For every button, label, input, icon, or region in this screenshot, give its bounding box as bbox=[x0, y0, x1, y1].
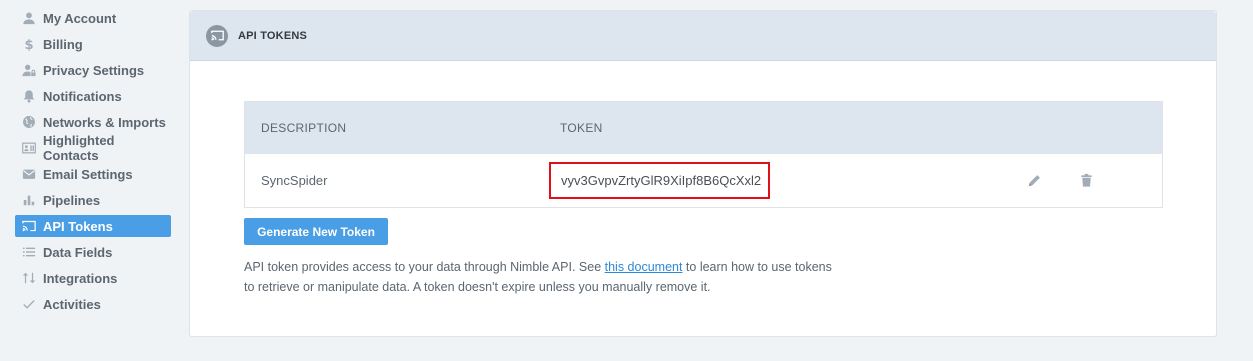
integrations-icon bbox=[21, 270, 37, 286]
sidebar-item-billing[interactable]: $ Billing bbox=[15, 33, 171, 55]
sidebar-item-label: Email Settings bbox=[43, 166, 133, 182]
delete-token-button[interactable] bbox=[1077, 172, 1095, 190]
documentation-link[interactable]: this document bbox=[605, 260, 683, 274]
sidebar-item-pipelines[interactable]: Pipelines bbox=[15, 189, 171, 211]
sidebar-item-activities[interactable]: Activities bbox=[15, 293, 171, 315]
table-header-row: DESCRIPTION TOKEN bbox=[245, 102, 1162, 154]
page-title: API TOKENS bbox=[238, 29, 308, 42]
sidebar-item-label: API Tokens bbox=[43, 218, 113, 234]
settings-sidebar: My Account $ Billing Privacy Settings No… bbox=[15, 7, 171, 319]
panel-header: API TOKENS bbox=[190, 11, 1216, 61]
contact-card-icon bbox=[21, 140, 37, 156]
row-actions bbox=[1025, 172, 1095, 190]
sidebar-item-data-fields[interactable]: Data Fields bbox=[15, 241, 171, 263]
list-icon bbox=[21, 244, 37, 260]
sidebar-item-api-tokens[interactable]: API Tokens bbox=[15, 215, 171, 237]
column-header-description: DESCRIPTION bbox=[261, 121, 347, 135]
sidebar-item-label: Integrations bbox=[43, 270, 118, 286]
tokens-table: DESCRIPTION TOKEN SyncSpider vyv3GvpvZrt… bbox=[244, 101, 1163, 208]
token-description: SyncSpider bbox=[261, 173, 328, 188]
sidebar-item-email-settings[interactable]: Email Settings bbox=[15, 163, 171, 185]
sidebar-item-label: Highlighted Contacts bbox=[43, 133, 115, 163]
token-value[interactable]: vyv3GvpvZrtyGlR9XiIpf8B6QcXxl2 bbox=[549, 162, 770, 199]
trash-icon bbox=[1080, 173, 1092, 187]
sidebar-item-label: Activities bbox=[43, 296, 101, 312]
generate-new-token-button[interactable]: Generate New Token bbox=[244, 218, 388, 245]
help-text-before: API token provides access to your data t… bbox=[244, 260, 605, 274]
sidebar-item-my-account[interactable]: My Account bbox=[15, 7, 171, 29]
table-row: SyncSpider vyv3GvpvZrtyGlR9XiIpf8B6QcXxl… bbox=[245, 154, 1162, 207]
sidebar-item-networks-imports[interactable]: Networks & Imports bbox=[15, 111, 171, 133]
cast-icon bbox=[21, 218, 37, 234]
sidebar-item-label: My Account bbox=[43, 10, 117, 26]
check-icon bbox=[21, 296, 37, 312]
sidebar-item-notifications[interactable]: Notifications bbox=[15, 85, 171, 107]
help-text: API token provides access to your data t… bbox=[244, 257, 844, 297]
pencil-icon bbox=[1028, 175, 1040, 187]
bell-icon bbox=[21, 88, 37, 104]
sidebar-item-label: Data Fields bbox=[43, 244, 113, 260]
sidebar-item-label: Privacy Settings bbox=[43, 62, 145, 78]
user-lock-icon bbox=[21, 62, 37, 78]
user-icon bbox=[21, 10, 37, 26]
sidebar-item-label: Billing bbox=[43, 36, 83, 52]
globe-icon bbox=[21, 114, 37, 130]
svg-text:$: $ bbox=[24, 38, 33, 51]
sidebar-item-integrations[interactable]: Integrations bbox=[15, 267, 171, 289]
sidebar-item-privacy-settings[interactable]: Privacy Settings bbox=[15, 59, 171, 81]
sidebar-item-label: Pipelines bbox=[43, 192, 101, 208]
api-tokens-panel: API TOKENS DESCRIPTION TOKEN SyncSpider … bbox=[189, 10, 1217, 337]
envelope-icon bbox=[21, 166, 37, 182]
bar-chart-icon bbox=[21, 192, 37, 208]
sidebar-item-highlighted-contacts[interactable]: Highlighted Contacts bbox=[15, 133, 171, 163]
cast-icon bbox=[206, 24, 228, 47]
dollar-icon: $ bbox=[21, 36, 37, 52]
sidebar-item-label: Notifications bbox=[43, 88, 122, 104]
column-header-token: TOKEN bbox=[560, 121, 603, 135]
sidebar-item-label: Networks & Imports bbox=[43, 114, 166, 130]
edit-token-button[interactable] bbox=[1025, 172, 1043, 190]
